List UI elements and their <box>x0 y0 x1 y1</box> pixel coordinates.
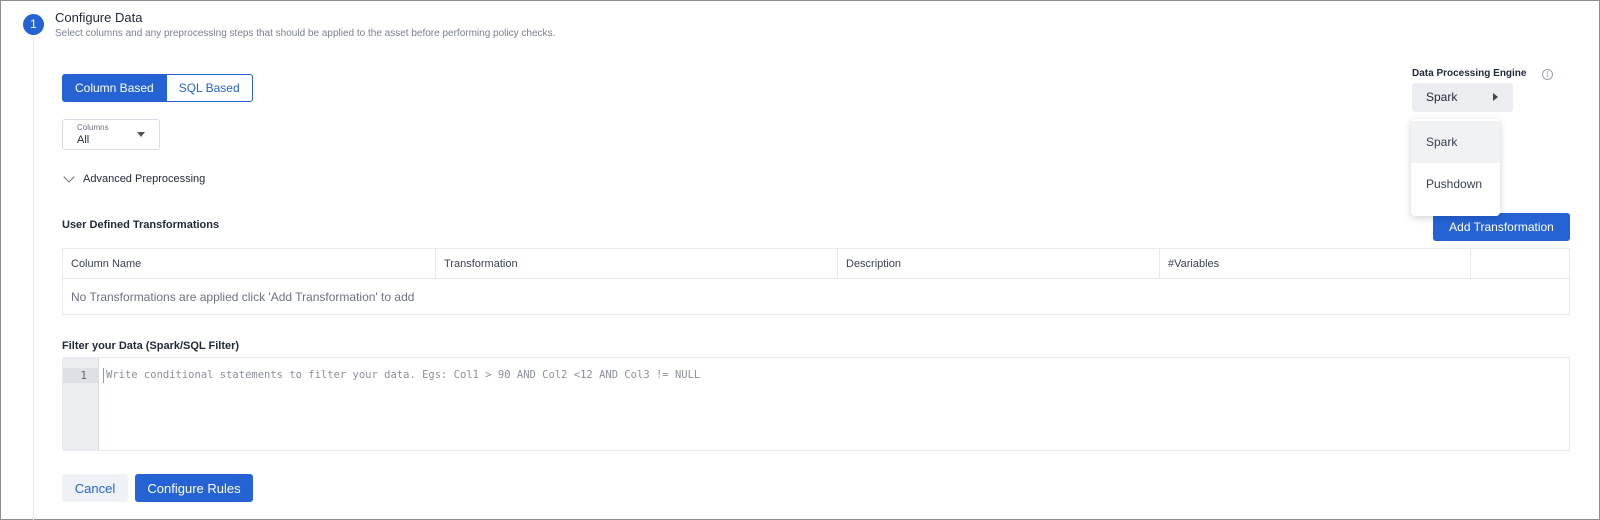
step-subtitle: Select columns and any preprocessing ste… <box>55 28 556 39</box>
menu-item-spark[interactable]: Spark <box>1411 121 1500 163</box>
line-number: 1 <box>63 368 99 383</box>
column-header-actions <box>1471 249 1569 279</box>
columns-select[interactable]: Columns All <box>62 119 160 150</box>
editor-gutter: 1 <box>63 358 99 450</box>
page-frame: 1 Configure Data Select columns and any … <box>0 0 1600 520</box>
configure-rules-button[interactable]: Configure Rules <box>135 474 253 502</box>
engine-select[interactable]: Spark <box>1412 83 1513 112</box>
advanced-preprocessing-label: Advanced Preprocessing <box>83 173 206 185</box>
engine-label: Data Processing Engine <box>1412 68 1527 79</box>
menu-item-pushdown[interactable]: Pushdown <box>1411 163 1500 205</box>
engine-dropdown-menu: Spark Pushdown <box>1411 119 1500 216</box>
cancel-button[interactable]: Cancel <box>62 474 128 502</box>
columns-select-value: All <box>77 134 90 146</box>
transformations-title: User Defined Transformations <box>62 219 220 231</box>
filter-code-editor[interactable]: 1 Write conditional statements to filter… <box>62 357 1570 451</box>
info-icon[interactable]: i <box>1542 69 1553 80</box>
filter-title: Filter your Data (Spark/SQL Filter) <box>62 340 240 352</box>
columns-select-label: Columns <box>77 123 109 132</box>
column-header-transformation: Transformation <box>436 249 838 279</box>
add-transformation-button[interactable]: Add Transformation <box>1433 213 1570 241</box>
column-header-variables: #Variables <box>1160 249 1471 279</box>
engine-select-value: Spark <box>1426 90 1458 104</box>
sql-based-button[interactable]: SQL Based <box>166 74 253 102</box>
text-cursor <box>103 368 104 383</box>
step-title: Configure Data <box>55 10 143 25</box>
caret-down-icon <box>137 132 145 137</box>
column-based-button[interactable]: Column Based <box>62 74 167 102</box>
transformations-table: Column Name Transformation Description #… <box>62 248 1570 315</box>
step-connector-line <box>33 37 34 520</box>
chevron-down-icon <box>63 171 75 183</box>
column-header-description: Description <box>838 249 1160 279</box>
step-number-badge: 1 <box>23 14 44 35</box>
caret-right-icon <box>1493 93 1498 101</box>
column-header-column-name: Column Name <box>63 249 436 279</box>
advanced-preprocessing-toggle[interactable]: Advanced Preprocessing <box>62 171 206 185</box>
mode-toggle: Column Based SQL Based <box>62 74 253 102</box>
filter-placeholder: Write conditional statements to filter y… <box>106 369 701 381</box>
table-header: Column Name Transformation Description #… <box>63 249 1569 279</box>
table-empty-message: No Transformations are applied click 'Ad… <box>71 290 415 304</box>
